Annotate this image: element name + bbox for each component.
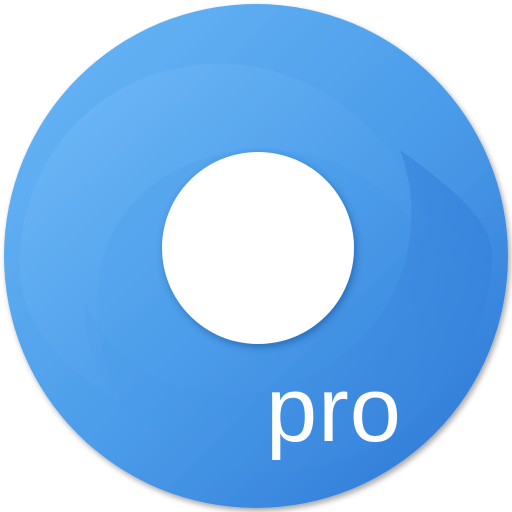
ring-hole <box>162 152 354 344</box>
pro-badge-label: pro <box>266 359 402 461</box>
app-icon[interactable]: pro <box>0 0 512 512</box>
ring-logo-icon <box>4 4 508 508</box>
